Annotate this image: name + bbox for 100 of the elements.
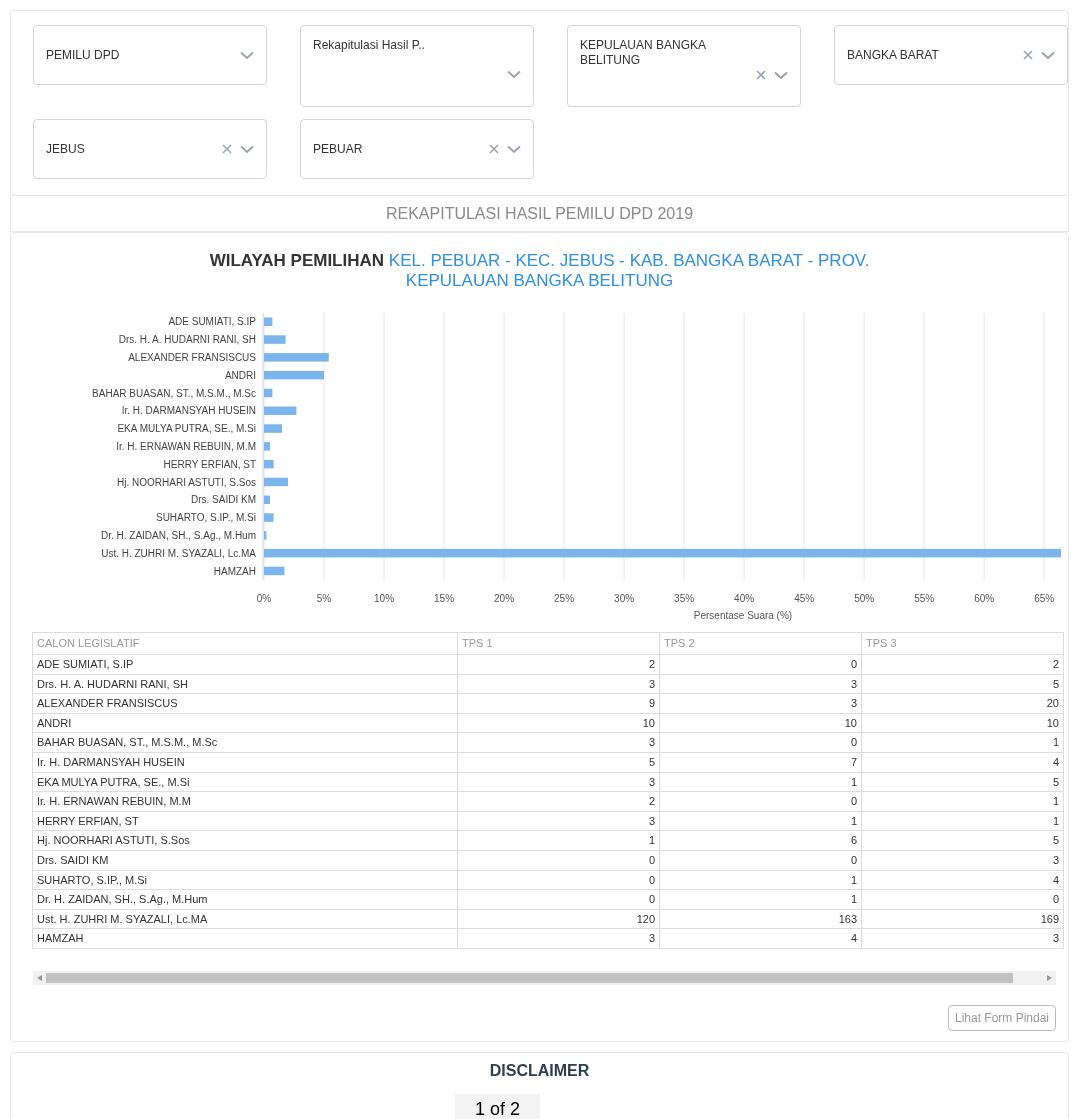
scroll-left-icon[interactable] [37, 974, 42, 981]
filter-dropdown[interactable]: PEBUAR [300, 119, 534, 179]
table-cell: HERRY ERFIAN, ST [32, 811, 458, 831]
tick-label: 65% [1034, 593, 1055, 604]
filter-dropdown[interactable]: JEBUS [33, 119, 267, 179]
table-cell: 1 [659, 772, 862, 792]
bar [264, 317, 273, 326]
column-header: TPS 1 [457, 632, 660, 655]
tick-label: 60% [974, 593, 995, 604]
axis-label: HERRY ERFIAN, ST [163, 458, 256, 470]
bar [264, 424, 282, 433]
filter-dropdown[interactable]: KEPULAUAN BANGKA BELITUNG [567, 25, 801, 107]
table-cell: 3 [659, 674, 862, 694]
table-cell: 1 [861, 811, 1064, 831]
table-cell: ANDRI [32, 713, 458, 733]
table-cell: 0 [457, 870, 660, 890]
chevron-down-icon [240, 144, 254, 154]
column-header: TPS 3 [861, 632, 1064, 655]
bar [264, 370, 324, 380]
axis-label: Drs. SAIDI KM [191, 494, 256, 506]
table-cell: 3 [457, 732, 660, 753]
table-cell: 2 [861, 654, 1064, 675]
tick-label: 20% [494, 593, 515, 604]
bar [264, 531, 267, 540]
table-cell: Hj. NOORHARI ASTUTI, S.Sos [32, 830, 458, 851]
table-cell: 0 [659, 654, 862, 675]
table-cell: 3 [861, 928, 1064, 949]
bar [264, 477, 288, 487]
table-cell: 120 [457, 909, 660, 929]
table-cell: 1 [659, 811, 862, 831]
table-cell: 5 [861, 674, 1064, 694]
table-cell: EKA MULYA PUTRA, SE., M.Si [32, 772, 458, 792]
chevron-down-icon [240, 50, 254, 60]
table-cell: 169 [861, 909, 1064, 929]
axis-label: HAMZAH [213, 565, 256, 577]
dropdown-value: BANGKA BARAT [847, 47, 940, 63]
column-header: CALON LEGISLATIF [32, 632, 458, 655]
page-indicator: 1 of 2 [455, 1094, 541, 1119]
scrollbar-thumb[interactable] [46, 972, 1013, 983]
table-cell: Ir. H. ERNAWAN REBUIN, M.M [32, 791, 458, 812]
scroll-right-icon[interactable] [1047, 974, 1052, 981]
tick-label: 40% [734, 593, 755, 604]
clear-icon[interactable] [1023, 50, 1033, 60]
tick-label: 45% [794, 593, 815, 604]
chevron-down-icon [507, 70, 521, 79]
table-cell: Ust. H. ZUHRI M. SYAZALI, Lc.MA [32, 909, 458, 929]
column-header: TPS 2 [659, 632, 862, 655]
tick-label: 50% [854, 593, 875, 604]
filter-dropdown[interactable]: BANGKA BARAT [834, 25, 1068, 85]
table-cell: 5 [861, 830, 1064, 851]
bar [264, 353, 329, 362]
table-cell: 9 [457, 693, 660, 714]
axis-label: Ir. H. ERNAWAN REBUIN, M.M [116, 441, 256, 452]
clear-icon[interactable] [756, 70, 766, 80]
axis-label: ADE SUMIATI, S.IP [168, 316, 256, 328]
table-cell: 4 [861, 870, 1064, 890]
clear-icon[interactable] [489, 144, 499, 154]
dropdown-value: PEMILU DPD [46, 47, 121, 63]
axis-label: ANDRI [224, 369, 256, 381]
horizontal-scrollbar[interactable] [33, 970, 1056, 985]
table-cell: 1 [861, 791, 1064, 812]
dropdown-value: JEBUS [46, 141, 86, 157]
table-cell: 0 [861, 889, 1064, 910]
table-cell: 6 [659, 830, 862, 851]
tick-label: 30% [614, 593, 635, 604]
bar [264, 513, 274, 522]
table-cell: 0 [457, 850, 660, 871]
table-cell: 3 [457, 811, 660, 831]
tick-label: 0% [256, 593, 272, 604]
disclaimer-title: DISCLAIMER [489, 1060, 590, 1081]
table-cell: 10 [659, 713, 862, 733]
chart-title: WILAYAH PEMILIHAN KEL. PEBUAR - KEC. JEBUS - KAB. BANGKA BARAT - PROV. KEPULAUAN BANGKA BELITUNG [208, 251, 871, 291]
dropdown-value: KEPULAUAN BANGKA BELITUNG [580, 38, 707, 68]
tick-label: 35% [674, 593, 695, 604]
axis-label: EKA MULYA PUTRA, SE., M.Si [117, 423, 256, 435]
axis-label: Hj. NOORHARI ASTUTI, S.Sos [117, 476, 256, 488]
table-cell: ALEXANDER FRANSISCUS [32, 693, 458, 714]
axis-label: Ust. H. ZUHRI M. SYAZALI, Lc.MA [101, 547, 256, 559]
table-cell: Drs. H. A. HUDARNI RANI, SH [32, 674, 458, 694]
table-cell: 163 [659, 909, 862, 929]
table-cell: Ir. H. DARMANSYAH HUSEIN [32, 752, 458, 773]
axis-title: Persentase Suara (%) [693, 610, 793, 621]
bar [264, 495, 270, 504]
table-cell: 3 [659, 693, 862, 714]
filter-dropdown[interactable]: PEMILU DPD [33, 25, 267, 85]
table-cell: 5 [457, 752, 660, 773]
table-cell: HAMZAH [32, 928, 458, 949]
clear-icon[interactable] [222, 144, 232, 154]
bar [264, 335, 286, 344]
table-cell: SUHARTO, S.IP., M.Si [32, 870, 458, 890]
table-cell: 10 [457, 713, 660, 733]
table-cell: 1 [659, 870, 862, 890]
bar [264, 388, 273, 398]
tick-label: 15% [434, 593, 455, 604]
table-cell: BAHAR BUASAN, ST., M.S.M., M.Sc [32, 732, 458, 753]
axis-label: Ir. H. DARMANSYAH HUSEIN [121, 405, 256, 417]
dropdown-value: Rekapitulasi Hasil P.. [313, 38, 426, 53]
table-cell: 0 [659, 791, 862, 812]
chevron-down-icon [507, 144, 521, 154]
filter-dropdown[interactable]: Rekapitulasi Hasil P.. [300, 25, 534, 107]
